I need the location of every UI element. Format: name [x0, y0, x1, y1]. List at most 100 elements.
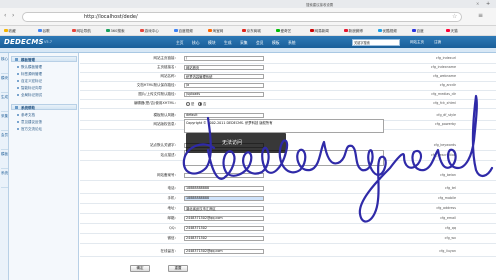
- form-row-variable: cfg_beian: [440, 173, 456, 177]
- dedecms-logo: DEDECMS: [4, 38, 44, 46]
- bookmark-item[interactable]: 游戏中心: [140, 28, 159, 34]
- sidebar-item[interactable]: 参考文档: [17, 113, 35, 118]
- new-tab-icon[interactable]: +: [486, 1, 490, 7]
- bookmark-label: 游戏中心: [144, 28, 159, 33]
- sidebar-item[interactable]: 智能标记向导: [17, 86, 42, 91]
- top-nav-item[interactable]: 生成: [224, 40, 232, 46]
- browser-tab-title[interactable]: 搜索建议接收设置: [306, 2, 396, 7]
- logout-link[interactable]: 注销: [434, 40, 441, 45]
- sidebar-category-tab[interactable]: 生成: [1, 95, 8, 112]
- sidebar-category-tab[interactable]: 会员: [1, 133, 8, 150]
- form-row-label: 邮箱：: [167, 216, 179, 220]
- sidebar-category-tab[interactable]: 采集: [1, 114, 8, 131]
- bookmark-item[interactable]: 网易新闻: [310, 28, 329, 34]
- form-text-input[interactable]: [184, 82, 264, 88]
- form-input-value: 湖北省武汉市江岸区: [186, 207, 216, 212]
- form-input-value: 织梦内容管理系统: [186, 75, 213, 80]
- bookmark-icon: [242, 28, 246, 32]
- bookmark-label: 网址导航: [76, 28, 91, 33]
- bookmark-item[interactable]: 收藏: [4, 28, 16, 34]
- row-divider: [80, 255, 496, 257]
- url-text[interactable]: http://localhost/dede/: [84, 14, 138, 20]
- bookmark-label: 360搜索: [110, 28, 125, 33]
- xhtml-radio[interactable]: [186, 101, 190, 106]
- form-row-label: 图片/上传文件默认路径：: [138, 92, 178, 96]
- top-nav-item[interactable]: 核心: [192, 40, 200, 46]
- form-row-label: 手机：: [167, 196, 179, 200]
- sidebar-item[interactable]: 全局标记测试: [17, 93, 42, 98]
- form-row-variable: cfg_qq: [445, 226, 456, 230]
- sidebar-category-tab[interactable]: 模块: [1, 76, 8, 93]
- bookmark-item[interactable]: 百度视频: [174, 28, 193, 34]
- bookmark-icon: [140, 28, 144, 32]
- sidebar-item[interactable]: 标签源码管理: [17, 72, 42, 77]
- bookmark-item[interactable]: 优酷视频: [378, 28, 397, 34]
- bookmark-item[interactable]: 京东商城: [242, 28, 261, 34]
- sidebar-group-title: 模板管理: [21, 57, 35, 62]
- close-tab-icon[interactable]: ×: [476, 1, 479, 6]
- form-row-label: 地址：: [167, 206, 179, 210]
- form-row-label: 微信：: [167, 236, 179, 240]
- bookmark-item[interactable]: 网址导航: [72, 28, 91, 34]
- form-row-label: QQ：: [168, 226, 178, 230]
- form-row-variable: cfg_mobile: [438, 196, 456, 200]
- sidebar-category-tab[interactable]: 系统: [1, 171, 8, 188]
- sidebar-group-title: 系统帮助: [21, 105, 35, 110]
- bookmark-item[interactable]: 百度: [412, 28, 424, 34]
- top-nav-item[interactable]: 会员: [256, 40, 264, 46]
- sidebar-group-header[interactable]: 模板管理: [11, 56, 77, 62]
- form-row-variable: cfg_tel: [445, 186, 456, 190]
- bookmark-icon: [174, 28, 178, 32]
- toast-message: 无法访问: [222, 140, 243, 146]
- form-text-input[interactable]: [184, 172, 264, 178]
- form-row-variable: cfg_fck_xhtml: [433, 101, 456, 105]
- browser-menu-icon[interactable]: ≡: [478, 12, 483, 19]
- top-nav-item[interactable]: 模块: [208, 40, 216, 46]
- form-input-value: 18888888888: [186, 196, 210, 201]
- home-link[interactable]: 网站主页: [410, 40, 424, 45]
- bookmark-item[interactable]: 新浪微博: [344, 28, 363, 34]
- sidebar-item[interactable]: 默认模板管理: [17, 65, 42, 70]
- form-input-value: /uploads: [186, 92, 201, 97]
- form-row-variable: cfg_webname: [433, 74, 456, 78]
- sidebar-item[interactable]: 意见建议反馈: [17, 120, 42, 125]
- submit-button[interactable]: 确定: [130, 265, 150, 272]
- row-divider: [80, 179, 496, 181]
- form-input-value: 2448371502@qq.com: [186, 216, 223, 221]
- bookmark-icon: [106, 28, 110, 32]
- bookmark-label: 谷歌: [42, 28, 50, 33]
- row-divider: [80, 222, 496, 224]
- forward-icon[interactable]: ›: [12, 12, 14, 19]
- bookmark-item[interactable]: 淘宝网: [208, 28, 223, 34]
- row-divider: [80, 212, 496, 214]
- top-nav-item[interactable]: 采集: [240, 40, 248, 46]
- sidebar-item[interactable]: 自定义宏标记: [17, 79, 42, 84]
- xhtml-radio[interactable]: [198, 101, 202, 106]
- reset-button[interactable]: 重置: [168, 265, 188, 272]
- browser-tab-bar: 搜索建议接收设置 × +: [0, 0, 496, 8]
- bookmark-star-icon[interactable]: ☆: [452, 13, 457, 20]
- form-row-variable: cfg_indexname: [430, 65, 456, 69]
- logo-version: V5.7: [44, 40, 52, 44]
- back-icon[interactable]: ‹: [4, 12, 6, 19]
- form-input-value: /a: [186, 83, 190, 88]
- top-nav-item[interactable]: 模板: [272, 40, 280, 46]
- bookmark-item[interactable]: 谷歌: [38, 28, 50, 34]
- sidebar-group-header[interactable]: 系统帮助: [11, 104, 77, 110]
- bookmark-item[interactable]: 360搜索: [106, 28, 125, 34]
- sidebar-category-tab[interactable]: 模板: [1, 152, 8, 169]
- xhtml-radio-label: 否: [203, 102, 207, 106]
- bookmark-item[interactable]: 天猫: [446, 28, 458, 34]
- form-text-input[interactable]: [184, 55, 264, 61]
- form-row-variable: cfg_email: [440, 216, 456, 220]
- sidebar-item[interactable]: 官方交流论坛: [17, 127, 42, 132]
- top-nav-item[interactable]: 主页: [176, 40, 184, 46]
- row-divider: [80, 71, 496, 73]
- row-divider: [80, 89, 496, 91]
- sidebar-category-tab[interactable]: 核心: [1, 57, 8, 74]
- bookmark-item[interactable]: 爱奇艺: [276, 28, 291, 34]
- top-nav-item[interactable]: 系统: [288, 40, 296, 46]
- form-input-value: /: [186, 56, 188, 61]
- form-row-label: 编辑器(是/否)使用XHTML：: [133, 101, 178, 105]
- form-row-variable: cfg_medias_dir: [431, 92, 456, 96]
